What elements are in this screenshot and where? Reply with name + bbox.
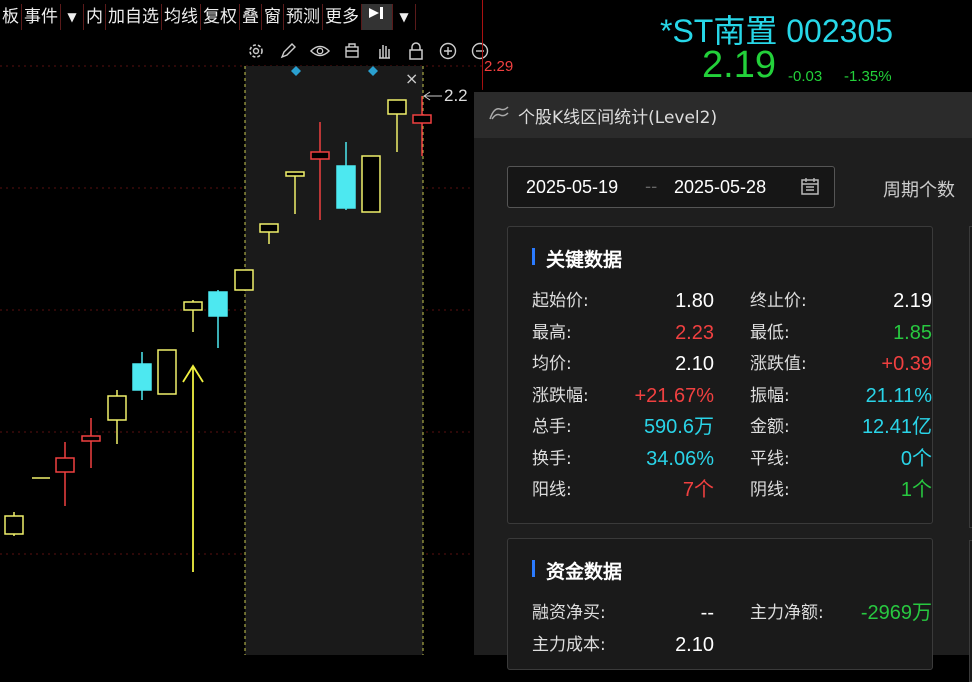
key-data-title: 关键数据 bbox=[546, 249, 623, 271]
candle bbox=[55, 442, 75, 506]
toolbar-events[interactable]: 事件 bbox=[22, 4, 61, 30]
calendar-icon[interactable] bbox=[800, 176, 820, 200]
stat-value: 2.23 bbox=[675, 321, 714, 344]
price-pointer bbox=[423, 91, 442, 101]
eye-icon[interactable] bbox=[310, 41, 330, 61]
stat-label: 最高: bbox=[532, 322, 572, 343]
panel-header[interactable]: 个股K线区间统计(Level2) bbox=[474, 92, 972, 138]
stat-value: 590.6万 bbox=[643, 416, 714, 438]
stat-label: 起始价: bbox=[532, 291, 589, 311]
hand-icon[interactable] bbox=[374, 41, 394, 61]
stat-value: 2.10 bbox=[675, 633, 714, 656]
stat-label: 涨跌幅: bbox=[532, 385, 589, 406]
chart-toolbar: 板 事件 ▼ 内 加自选 均线 复权 叠 窗 预测 更多 ▼ bbox=[0, 0, 482, 34]
candle bbox=[157, 349, 177, 395]
stat-label: 均价: bbox=[532, 354, 572, 374]
stat-value: 1.85 bbox=[893, 321, 932, 344]
stat-value: -- bbox=[700, 602, 714, 624]
stock-price: 2.19 bbox=[702, 44, 776, 86]
key-data-card: 关键数据 起始价: 1.80 终止价: 2.19 最高: 2.23 最低: 1.85 均价: 2.… bbox=[507, 226, 933, 524]
stock-quote: *ST南置 002305 2.19 -0.03 -1.35% bbox=[560, 0, 972, 92]
stock-change: -0.03 bbox=[788, 68, 823, 85]
stat-value: 1个 bbox=[900, 479, 932, 501]
interval-stats-panel: 个股K线区间统计(Level2) 2025-05-19 -- 2025-05-2… bbox=[474, 92, 972, 682]
toolbar-add-watchlist[interactable]: 加自选 bbox=[106, 4, 162, 30]
panel-title: 个股K线区间统计(Level2) bbox=[518, 107, 718, 128]
toolbar-forecast[interactable]: 预测 bbox=[284, 4, 323, 30]
stat-label: 平线: bbox=[750, 448, 790, 469]
settings-icon[interactable] bbox=[246, 41, 266, 61]
candle bbox=[361, 155, 381, 213]
zoom-in-icon[interactable] bbox=[438, 41, 458, 61]
goto-end-icon[interactable] bbox=[362, 4, 393, 30]
toolbar-overlay[interactable]: 叠 bbox=[240, 4, 262, 30]
candle bbox=[234, 269, 254, 291]
toolbar-more[interactable]: 更多 bbox=[323, 4, 362, 30]
stat-value: -2969万 bbox=[860, 602, 932, 624]
lock-icon[interactable] bbox=[406, 41, 426, 61]
stat-value: +0.39 bbox=[881, 353, 932, 375]
stat-label: 终止价: bbox=[750, 291, 807, 311]
eraser-icon[interactable] bbox=[342, 41, 362, 61]
start-date[interactable]: 2025-05-19 bbox=[526, 177, 618, 198]
stat-value: 21.11% bbox=[865, 384, 932, 407]
stat-value: 2.10 bbox=[675, 353, 714, 375]
date-range-picker[interactable]: 2025-05-19 -- 2025-05-28 bbox=[507, 166, 835, 208]
price-high-label: 2.29 bbox=[484, 58, 514, 75]
stat-label: 总手: bbox=[532, 417, 572, 437]
candle bbox=[107, 390, 127, 444]
toolbar-window[interactable]: 窗 bbox=[262, 4, 284, 30]
toolbar-moving-average[interactable]: 均线 bbox=[162, 4, 201, 30]
candle bbox=[132, 352, 152, 400]
stock-name[interactable]: *ST南置 002305 bbox=[660, 6, 893, 52]
stat-value: 34.06% bbox=[646, 447, 714, 470]
toolbar-events-dropdown-icon[interactable]: ▼ bbox=[61, 4, 84, 30]
panel-logo-icon bbox=[488, 105, 510, 125]
stat-value: 1.80 bbox=[675, 290, 714, 312]
fund-data-card: 资金数据 融资净买: -- 主力净额: -2969万主力成本: 2.10 bbox=[507, 538, 933, 670]
date-separator: -- bbox=[645, 177, 658, 197]
stat-value: 2.19 bbox=[893, 290, 932, 312]
stock-change-pct: -1.35% bbox=[844, 68, 892, 85]
toolbar-adjust-rights[interactable]: 复权 bbox=[201, 4, 240, 30]
selection-close-icon[interactable]: × bbox=[405, 69, 418, 88]
up-arrow bbox=[182, 364, 204, 572]
stat-label: 振幅: bbox=[750, 385, 790, 406]
stat-label: 涨跌值: bbox=[750, 354, 807, 374]
candle bbox=[81, 418, 101, 468]
stat-value: 7个 bbox=[682, 479, 714, 501]
stat-label: 主力净额: bbox=[750, 603, 824, 623]
period-count-label: 周期个数 bbox=[883, 180, 955, 201]
candle bbox=[4, 512, 24, 536]
stat-label: 金额: bbox=[750, 417, 790, 437]
fund-data-title: 资金数据 bbox=[546, 561, 623, 583]
divider bbox=[482, 0, 483, 90]
stat-label: 阳线: bbox=[532, 480, 572, 500]
stat-label: 融资净买: bbox=[532, 603, 606, 623]
candle bbox=[208, 290, 228, 348]
stat-label: 最低: bbox=[750, 322, 790, 343]
price-marker-label: 2.2 bbox=[444, 86, 468, 105]
stat-label: 阴线: bbox=[750, 480, 790, 500]
stat-value: 0个 bbox=[900, 447, 932, 470]
stat-value: 12.41亿 bbox=[861, 416, 932, 438]
pen-icon[interactable] bbox=[278, 41, 298, 61]
stat-value: +21.67% bbox=[634, 384, 714, 407]
stat-label: 主力成本: bbox=[532, 634, 606, 655]
toolbar-board[interactable]: 板 bbox=[0, 4, 22, 30]
end-date[interactable]: 2025-05-28 bbox=[674, 177, 766, 198]
toolbar-more-dropdown-icon[interactable]: ▼ bbox=[393, 4, 416, 30]
selection-range[interactable] bbox=[245, 66, 423, 655]
candle bbox=[183, 300, 203, 332]
stat-label: 换手: bbox=[532, 448, 572, 469]
stat-value bbox=[828, 633, 932, 657]
toolbar-inner[interactable]: 内 bbox=[84, 4, 106, 30]
kline-chart[interactable]: × bbox=[0, 60, 482, 655]
